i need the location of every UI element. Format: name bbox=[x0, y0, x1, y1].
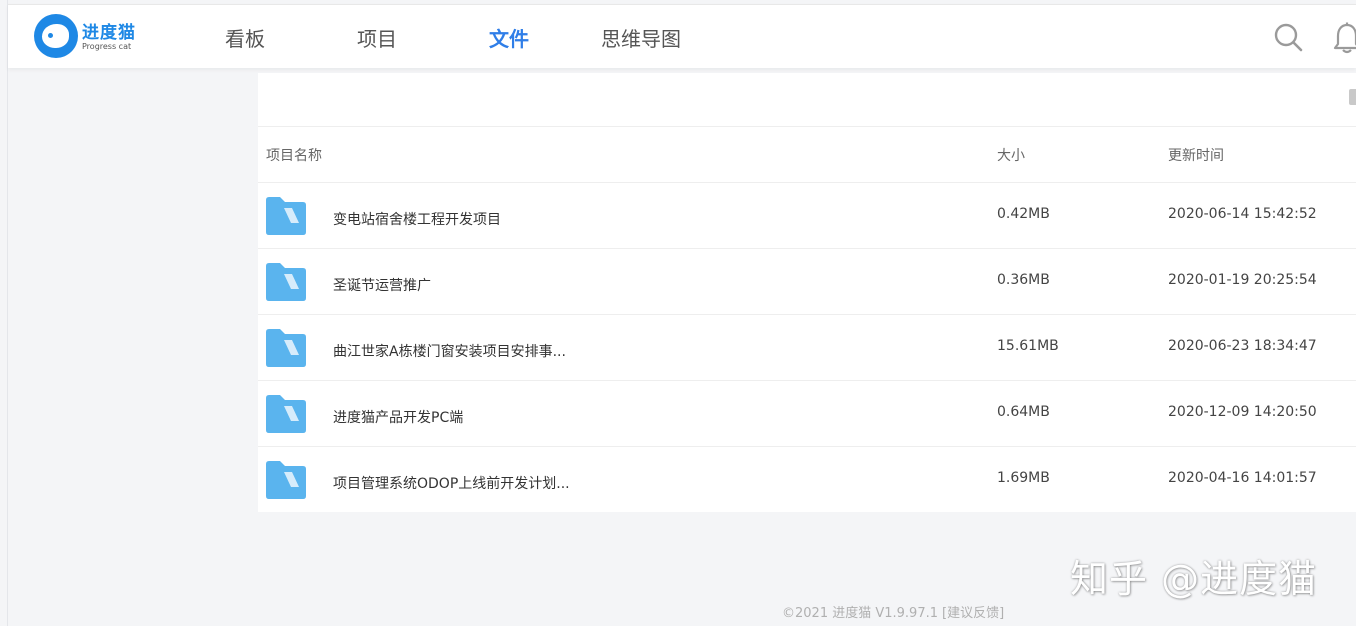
file-size: 0.64MB bbox=[997, 404, 1050, 420]
column-header-name[interactable]: 项目名称 bbox=[266, 145, 322, 165]
file-updated-time: 2020-01-19 20:25:54 bbox=[1168, 272, 1317, 288]
nav-item-files[interactable]: 文件 bbox=[489, 23, 529, 52]
footer: ©2021 进度猫 V1.9.97.1 [建议反馈] bbox=[782, 602, 1004, 621]
file-size: 1.69MB bbox=[997, 470, 1050, 486]
nav-item-mindmap[interactable]: 思维导图 bbox=[601, 23, 681, 52]
folder-icon bbox=[266, 263, 306, 301]
table-row[interactable]: 曲江世家A栋楼门窗安装项目安排事... 15.61MB 2020-06-23 1… bbox=[258, 315, 1356, 381]
nav-item-projects[interactable]: 项目 bbox=[357, 23, 397, 52]
brand-name: 进度猫 bbox=[82, 23, 136, 43]
file-updated-time: 2020-06-23 18:34:47 bbox=[1168, 338, 1317, 354]
top-navigation-bar: 进度猫 Progress cat 看板 项目 文件 思维导图 bbox=[8, 4, 1356, 68]
file-updated-time: 2020-06-14 15:42:52 bbox=[1168, 206, 1317, 222]
table-row[interactable]: 圣诞节运营推广 0.36MB 2020-01-19 20:25:54 bbox=[258, 249, 1356, 315]
search-icon[interactable] bbox=[1273, 22, 1303, 52]
file-name[interactable]: 圣诞节运营推广 bbox=[333, 275, 431, 295]
file-name[interactable]: 进度猫产品开发PC端 bbox=[333, 407, 463, 427]
folder-icon bbox=[266, 461, 306, 499]
table-row[interactable]: 变电站宿舍楼工程开发项目 0.42MB 2020-06-14 15:42:52 bbox=[258, 183, 1356, 249]
folder-icon bbox=[266, 329, 306, 367]
brand-tagline: Progress cat bbox=[82, 42, 132, 51]
toolbar-divider bbox=[258, 126, 1356, 127]
feedback-link[interactable]: [建议反馈] bbox=[942, 606, 1004, 621]
file-name[interactable]: 曲江世家A栋楼门窗安装项目安排事... bbox=[333, 341, 566, 361]
cat-logo-icon bbox=[34, 14, 78, 58]
frame-border bbox=[7, 0, 8, 626]
footer-copyright: ©2021 进度猫 V1.9.97.1 bbox=[782, 606, 938, 621]
file-name[interactable]: 项目管理系统ODOP上线前开发计划... bbox=[333, 473, 570, 493]
table-row[interactable]: 进度猫产品开发PC端 0.64MB 2020-12-09 14:20:50 bbox=[258, 381, 1356, 447]
table-row[interactable]: 项目管理系统ODOP上线前开发计划... 1.69MB 2020-04-16 1… bbox=[258, 447, 1356, 513]
column-header-updated[interactable]: 更新时间 bbox=[1168, 145, 1224, 165]
panel-scroll-handle[interactable] bbox=[1349, 89, 1356, 105]
file-size: 0.36MB bbox=[997, 272, 1050, 288]
file-name[interactable]: 变电站宿舍楼工程开发项目 bbox=[333, 209, 501, 229]
watermark: 知乎 @进度猫 bbox=[1070, 557, 1318, 601]
folder-icon bbox=[266, 395, 306, 433]
nav-item-board[interactable]: 看板 bbox=[225, 23, 265, 52]
file-updated-time: 2020-04-16 14:01:57 bbox=[1168, 470, 1317, 486]
bell-icon[interactable] bbox=[1333, 22, 1356, 54]
column-header-size[interactable]: 大小 bbox=[997, 145, 1025, 165]
brand-logo[interactable]: 进度猫 Progress cat bbox=[34, 14, 144, 60]
file-size: 15.61MB bbox=[997, 338, 1059, 354]
file-size: 0.42MB bbox=[997, 206, 1050, 222]
file-updated-time: 2020-12-09 14:20:50 bbox=[1168, 404, 1317, 420]
folder-icon bbox=[266, 197, 306, 235]
